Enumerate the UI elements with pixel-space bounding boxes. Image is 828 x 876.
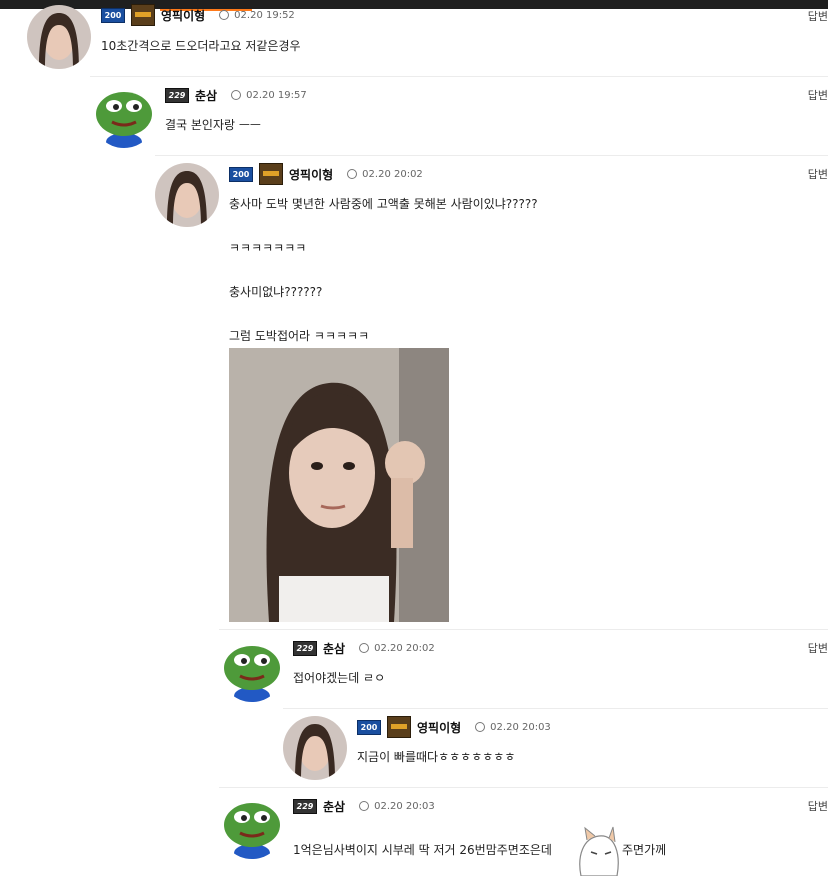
level-badge: 229 (165, 87, 189, 103)
clock-icon (359, 801, 370, 811)
reply-button[interactable]: 답변 (808, 8, 828, 24)
level-badge: 200 (357, 719, 381, 735)
attached-photo[interactable] (229, 348, 449, 622)
avatar[interactable] (283, 716, 347, 780)
divider (283, 708, 828, 709)
avatar[interactable] (220, 638, 284, 702)
comment-text-line: 충사미없냐?????? (229, 285, 323, 299)
nickname[interactable]: 춘삼 (323, 798, 345, 815)
comment-text-line: 그럼 도박접어라 ㅋㅋㅋㅋㅋ (229, 329, 370, 343)
timestamp: 02.20 20:03 (374, 800, 435, 812)
reply-button[interactable]: 답변 (808, 640, 828, 656)
comment-text-line: 1억은님사벽이지 시부레 딱 저거 26번맘주면조은데 (293, 843, 552, 857)
nickname[interactable]: 영픽이형 (161, 7, 205, 24)
clock-icon (475, 722, 486, 732)
avatar[interactable] (92, 84, 156, 148)
level-badge: 229 (293, 640, 317, 656)
comment-text: 지금이 빠를때다ㅎㅎㅎㅎㅎㅎㅎ (357, 750, 516, 764)
item-icon (259, 163, 283, 185)
divider (155, 155, 828, 156)
comment-text-line: 충사마 도박 몇년한 사람중에 고액출 못해본 사람이있냐????? (229, 197, 538, 211)
timestamp: 02.20 19:52 (234, 9, 295, 21)
timestamp: 02.20 19:57 (246, 89, 307, 101)
clock-icon (231, 90, 242, 100)
comment-text: 10초간격으로 드오더라고요 저같은경우 (101, 39, 301, 53)
nickname[interactable]: 영픽이형 (417, 719, 461, 736)
comment-text: 결국 본인자랑 ㅡㅡ (165, 118, 261, 132)
reply-button[interactable]: 답변 (808, 166, 828, 182)
clock-icon (219, 10, 230, 20)
avatar[interactable] (155, 163, 219, 227)
nickname[interactable]: 영픽이형 (289, 166, 333, 183)
reply-button[interactable]: 답변 (808, 87, 828, 103)
timestamp: 02.20 20:02 (362, 168, 423, 180)
reply-button[interactable]: 답변 (808, 798, 828, 814)
avatar[interactable] (27, 5, 91, 69)
item-icon (387, 716, 411, 738)
comment-text: 접어야겠는데 ㄹㅇ (293, 671, 386, 685)
divider (90, 76, 828, 77)
level-badge: 200 (229, 166, 253, 182)
avatar[interactable] (220, 795, 284, 859)
level-badge: 200 (101, 7, 125, 23)
level-badge: 229 (293, 798, 317, 814)
nickname[interactable]: 춘삼 (195, 87, 217, 104)
comment-text-line: ㅋㅋㅋㅋㅋㅋㅋ (229, 241, 307, 255)
clock-icon (347, 169, 358, 179)
nickname[interactable]: 춘삼 (323, 640, 345, 657)
cat-sticker (575, 826, 623, 876)
comment-text-line: 주면가께 (622, 843, 667, 857)
timestamp: 02.20 20:02 (374, 642, 435, 654)
item-icon (131, 4, 155, 26)
divider (219, 787, 828, 788)
divider (219, 629, 828, 630)
clock-icon (359, 643, 370, 653)
timestamp: 02.20 20:03 (490, 721, 551, 733)
